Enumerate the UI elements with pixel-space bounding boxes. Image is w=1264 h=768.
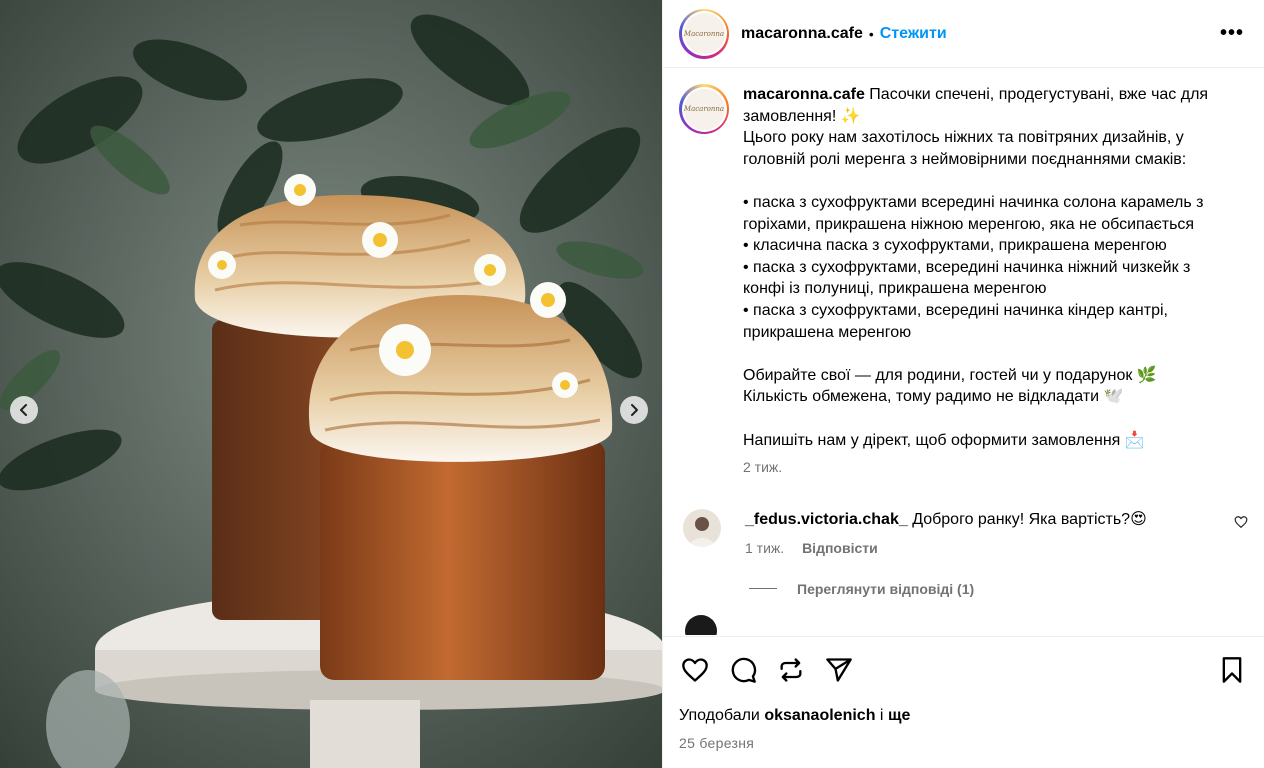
view-replies-label: Переглянути відповіді (1) <box>797 580 975 597</box>
caption-timestamp[interactable]: 2 тиж. <box>743 457 1223 479</box>
comment-timestamp[interactable]: 1 тиж. <box>745 540 784 556</box>
avatar-logo-text: Macaronna <box>683 13 725 54</box>
comment-like-button[interactable] <box>1234 515 1248 534</box>
save-button[interactable] <box>1216 654 1248 686</box>
follow-button[interactable]: Стежити <box>880 25 947 43</box>
liked-by-prefix: Уподобали <box>679 707 760 724</box>
next-photo-button[interactable] <box>620 396 648 424</box>
commenter-avatar[interactable] <box>683 508 721 547</box>
author-avatar[interactable]: Macaronna <box>679 8 729 59</box>
liked-by: Уподобали oksanaolenich і ще <box>679 707 1248 725</box>
heart-icon <box>1234 515 1248 528</box>
heart-icon <box>682 658 708 682</box>
post-actions: Уподобали oksanaolenich і ще 25 березня <box>663 636 1264 751</box>
liked-by-more[interactable]: ще <box>888 707 910 724</box>
person-icon <box>689 516 715 547</box>
reply-button[interactable]: Відповісти <box>802 540 878 556</box>
commenter-username[interactable]: _fedus.victoria.chak_ <box>745 511 908 528</box>
liked-by-suffix: і <box>879 707 884 724</box>
next-commenter-avatar[interactable] <box>685 614 717 635</box>
post-header: Macaronna macaronna.cafe • Стежити ••• <box>663 0 1264 68</box>
view-replies-button[interactable]: Переглянути відповіді (1) <box>749 581 1264 597</box>
separator-dot: • <box>868 25 874 42</box>
post-details-panel: Macaronna macaronna.cafe • Стежити ••• M… <box>662 0 1264 768</box>
replies-divider-line <box>749 588 777 590</box>
repost-button[interactable] <box>775 654 807 686</box>
caption-text: Пасочки спечені, продегустувані, вже час… <box>743 86 1209 449</box>
avatar-logo-text: Macaronna <box>683 88 725 130</box>
liked-by-user[interactable]: oksanaolenich <box>764 707 875 724</box>
comment-icon <box>731 657 757 683</box>
caption-username[interactable]: macaronna.cafe <box>743 86 865 103</box>
author-username[interactable]: macaronna.cafe <box>741 25 863 43</box>
caption-author-avatar[interactable]: Macaronna <box>679 84 729 134</box>
chevron-left-icon <box>20 404 27 416</box>
share-button[interactable] <box>823 654 855 686</box>
comments-scroll-area[interactable]: Macaronna macaronna.cafe Пасочки спечені… <box>663 68 1264 635</box>
chevron-right-icon <box>631 404 638 416</box>
next-comment-partial <box>685 614 1264 635</box>
comment-button[interactable] <box>727 654 759 686</box>
post-photo <box>0 0 662 768</box>
post-date[interactable]: 25 березня <box>679 735 1248 751</box>
more-icon[interactable]: ••• <box>1220 22 1244 45</box>
post-caption: Macaronna macaronna.cafe Пасочки спечені… <box>663 68 1264 479</box>
repost-icon <box>780 658 802 682</box>
post-media[interactable] <box>0 0 662 768</box>
comment-text: Доброго ранку! Яка вартість?😍 <box>912 510 1147 528</box>
share-icon <box>826 658 852 682</box>
previous-photo-button[interactable] <box>10 396 38 424</box>
bookmark-icon <box>1222 657 1242 683</box>
comment-item: _fedus.victoria.chak_ Доброго ранку! Яка… <box>663 508 1264 559</box>
like-button[interactable] <box>679 654 711 686</box>
